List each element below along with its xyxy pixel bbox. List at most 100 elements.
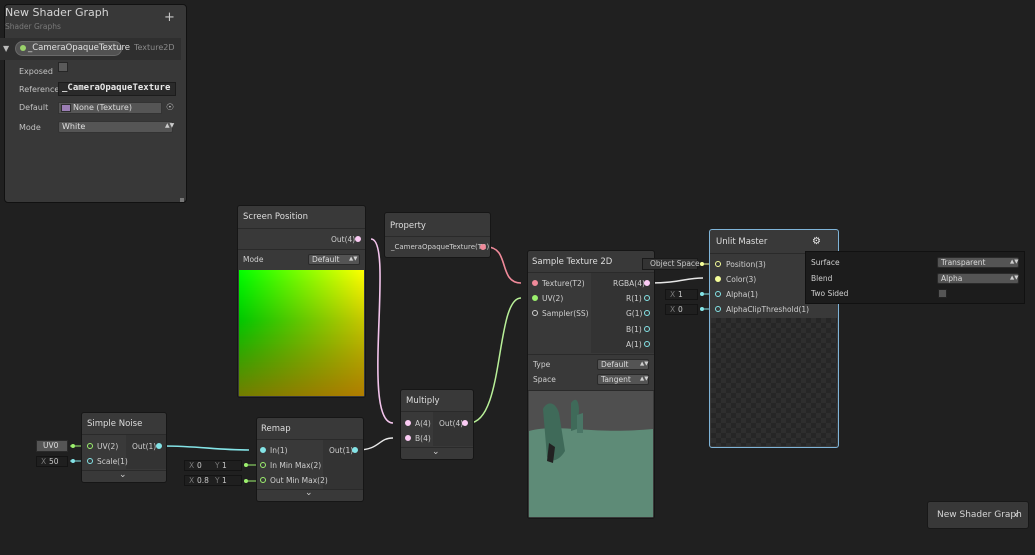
rgba-output-port[interactable] [644, 280, 650, 286]
port-connector-dot [244, 463, 248, 467]
collapse-chevron-icon[interactable]: ⌄ [305, 488, 313, 498]
mode-label: Mode [19, 123, 41, 132]
blend-value: Alpha [941, 274, 963, 283]
output-ports-panel [433, 412, 473, 446]
in-input-port[interactable] [260, 447, 266, 453]
multiply-title: Multiply [406, 396, 440, 406]
uv-input-port[interactable] [87, 443, 93, 449]
exposed-dot-icon [20, 45, 26, 51]
exposed-checkbox[interactable] [58, 62, 68, 72]
scale-input-port[interactable] [87, 458, 93, 464]
alpha-input-port[interactable] [715, 291, 721, 297]
wire-screenpos-to-multiply-a[interactable] [370, 238, 394, 424]
a-input-port[interactable] [405, 420, 411, 426]
noise-out-label: Out(1) [132, 442, 157, 451]
remap-out-label: Out(1) [329, 446, 354, 455]
out-port[interactable] [355, 236, 361, 242]
blackboard-title: New Shader Graph [5, 6, 109, 19]
port-connector-dot [700, 292, 704, 296]
in-min-x-label: X [189, 461, 195, 470]
add-property-button[interactable]: + [164, 10, 175, 25]
wire-rgba-to-color[interactable] [649, 277, 704, 284]
uv-input-label: UV(2) [542, 294, 564, 303]
gear-icon[interactable]: ⚙ [812, 236, 821, 247]
property-out-label: _CameraOpaqueTexture(T2) [391, 243, 490, 251]
type-value: Default [601, 360, 629, 369]
in-input-label: In(1) [270, 446, 288, 455]
uv-channel-value: UV0 [43, 441, 59, 450]
out-min-x-value: 0.8 [197, 476, 209, 485]
a-output-port[interactable] [644, 341, 650, 347]
blend-label: Blend [811, 274, 833, 283]
remap-out-port[interactable] [352, 447, 358, 453]
dropdown-arrow-icon: ▲▼ [165, 122, 175, 129]
property-out-port[interactable] [480, 244, 486, 250]
port-connector-dot [244, 479, 248, 483]
collapse-chevron-icon[interactable]: ⌄ [432, 447, 440, 457]
scale-value: 50 [49, 457, 59, 466]
b-output-label: B(1) [626, 325, 642, 334]
position-input-label: Position(3) [726, 260, 766, 269]
reference-value: _CameraOpaqueTexture [62, 83, 171, 93]
master-preview [711, 318, 837, 446]
g-output-port[interactable] [644, 310, 650, 316]
in-min-max-port[interactable] [260, 462, 266, 468]
alpha-value: 1 [678, 290, 683, 299]
noise-out-port[interactable] [156, 443, 162, 449]
uv-input-port[interactable] [532, 295, 538, 301]
b-input-label: B(4) [415, 434, 431, 443]
screen-position-preview [239, 270, 364, 396]
property-name: _CameraOpaqueTexture [28, 43, 131, 53]
g-output-label: G(1) [626, 309, 643, 318]
remap-title: Remap [261, 424, 291, 434]
output-ports-panel [126, 435, 166, 469]
chevron-down-icon[interactable]: ▼ [3, 44, 9, 53]
chevron-left-icon[interactable]: ‹ [1014, 508, 1018, 521]
wire-noise-to-remap[interactable] [161, 445, 250, 451]
out-min-max-port[interactable] [260, 477, 266, 483]
space-value: Tangent [601, 375, 631, 384]
out-max-y-label: Y [215, 476, 220, 485]
position-input-port[interactable] [715, 261, 721, 267]
dropdown-arrow-icon: ▲▼ [640, 361, 649, 367]
default-value: None (Texture) [73, 103, 132, 112]
collapse-chevron-icon[interactable]: ⌄ [119, 470, 127, 480]
out-min-x-label: X [189, 476, 195, 485]
port-connector-dot [700, 307, 704, 311]
type-label: Type [533, 360, 551, 369]
texture-thumbnail-icon [61, 104, 71, 112]
wire-property-to-texture[interactable] [486, 246, 522, 284]
alpha-clip-input-label: AlphaClipThreshold(1) [726, 305, 810, 314]
a-input-label: A(4) [415, 419, 431, 428]
dropdown-arrow-icon: ▲▼ [1010, 259, 1019, 265]
port-connector-dot [71, 444, 75, 448]
out-min-max-label: Out Min Max(2) [270, 476, 328, 485]
uv-input-label: UV(2) [97, 442, 119, 451]
out-max-y-value: 1 [222, 476, 227, 485]
scale-axis-label: X [41, 457, 47, 466]
object-picker-icon[interactable]: ☉ [166, 103, 174, 113]
out-port-label: Out(4) [331, 235, 356, 244]
clip-axis-label: X [670, 305, 676, 314]
alpha-clip-input-port[interactable] [715, 306, 721, 312]
alpha-input-label: Alpha(1) [726, 290, 758, 299]
port-connector-dot [71, 459, 75, 463]
a-output-label: A(1) [626, 340, 642, 349]
resize-handle[interactable] [180, 198, 184, 202]
reference-label: Reference [19, 85, 60, 94]
property-node[interactable] [384, 212, 491, 258]
b-output-port[interactable] [644, 326, 650, 332]
rgba-output-label: RGBA(4) [613, 279, 645, 288]
position-space-value: Object Space [650, 259, 700, 268]
unlit-master-title: Unlit Master [716, 237, 768, 247]
r-output-port[interactable] [644, 295, 650, 301]
color-input-label: Color(3) [726, 275, 757, 284]
multiply-out-port[interactable] [462, 420, 468, 426]
b-input-port[interactable] [405, 435, 411, 441]
two-sided-checkbox[interactable] [938, 289, 947, 298]
texture-input-port[interactable] [532, 280, 538, 286]
sampler-input-port[interactable] [532, 310, 538, 316]
color-input-port[interactable] [715, 276, 721, 282]
wire-multiply-to-uv[interactable] [468, 297, 522, 424]
dropdown-arrow-icon: ▲▼ [640, 376, 649, 382]
